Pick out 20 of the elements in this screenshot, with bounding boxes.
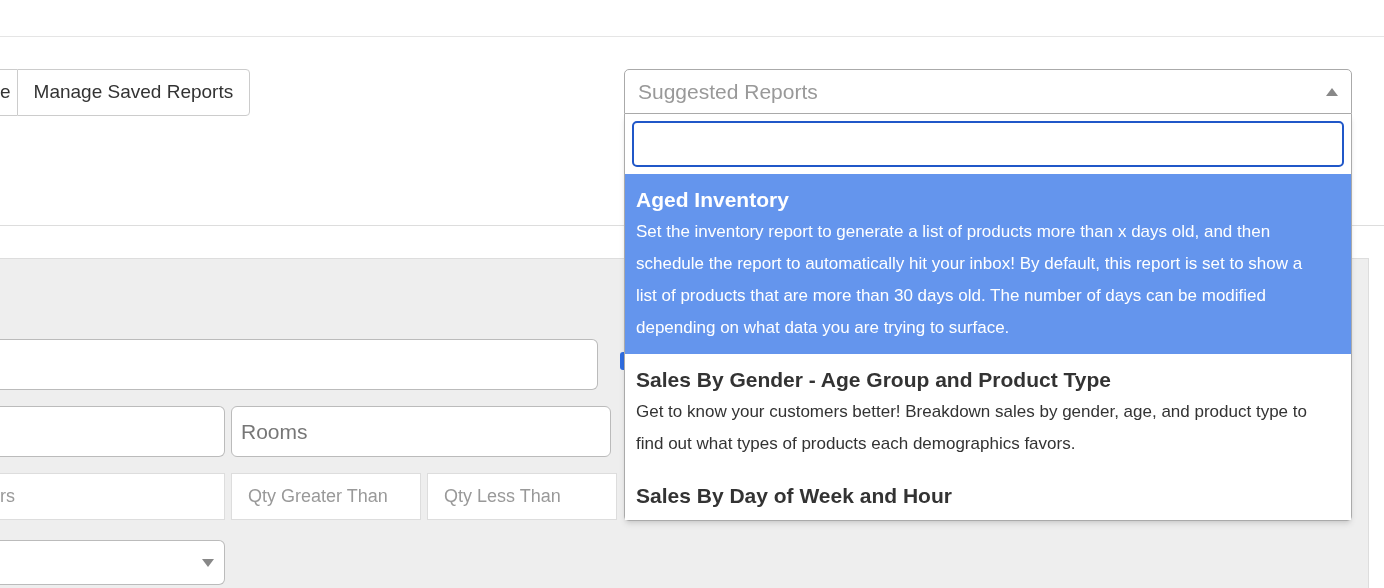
input-field[interactable] <box>0 339 598 390</box>
report-title: Aged Inventory <box>636 187 790 213</box>
input-field[interactable] <box>0 406 225 457</box>
input-field[interactable]: Qty Less Than <box>427 473 617 520</box>
input-field[interactable]: Rooms <box>231 406 611 457</box>
report-title: Sales By Day of Week and Hour <box>636 483 953 509</box>
input-field[interactable]: Qty Greater Than <box>231 473 421 520</box>
report-option[interactable]: Sales By Gender - Age Group and Product Type Get to know your customers better! Breakdown sales by gender, age, and product type to find out what types of products each demographics favors. <box>625 354 1351 470</box>
select-placeholder: Suggested Reports <box>638 78 818 105</box>
report-title: Sales By Gender - Age Group and Product Type <box>636 367 1112 393</box>
toolbar-button[interactable]: e <box>0 69 17 116</box>
toolbar-button[interactable]: Manage Saved Reports <box>16 69 251 116</box>
report-description: Get to know your customers better! Breakdown sales by gender, age, and product type to find out what types of products each demographics favors. <box>636 401 1308 455</box>
caret-down-icon <box>202 558 214 567</box>
report-option[interactable] <box>625 174 1351 354</box>
select-field[interactable] <box>0 540 225 585</box>
report-description: Set the inventory report to generate a list of products more than x days old, and then schedule the report to automatically hit your inbox! By default, this report is set to show a list of products that are more than 30 days old. The number of days can be modified depending on what data you are trying to surface. <box>636 221 1304 339</box>
report-option[interactable]: Sales By Day of Week and Hour <box>625 470 1351 520</box>
search-field[interactable] <box>632 121 1344 167</box>
input-field[interactable]: rs <box>0 473 225 520</box>
